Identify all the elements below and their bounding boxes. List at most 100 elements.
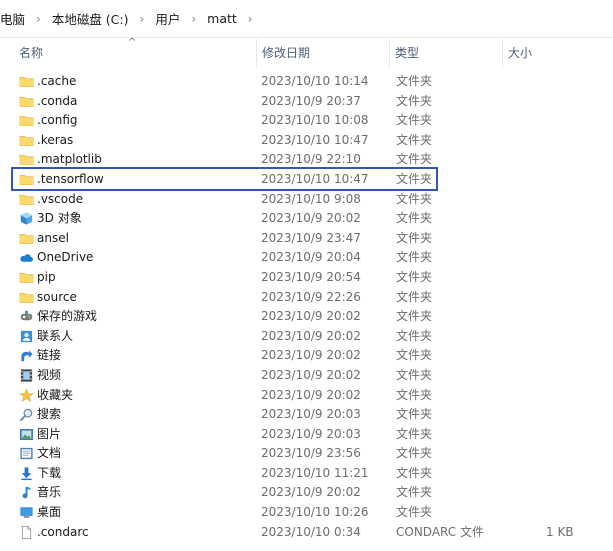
file-type: 文件夹 <box>396 250 433 265</box>
file-row[interactable]: 图片 2023/10/9 20:03 文件夹 <box>0 425 613 445</box>
file-name: ansel <box>37 230 69 245</box>
folder-icon <box>19 74 34 89</box>
file-row[interactable]: 下载 2023/10/10 11:21 文件夹 <box>0 464 613 484</box>
file-type: 文件夹 <box>396 426 433 441</box>
folder-icon <box>19 231 34 246</box>
file-row[interactable]: .vscode 2023/10/10 9:08 文件夹 <box>0 190 613 210</box>
file-row[interactable]: 音乐 2023/10/9 20:02 文件夹 <box>0 483 613 503</box>
highlight-box <box>11 167 438 191</box>
file-type: 文件夹 <box>396 407 433 422</box>
desktop-icon <box>19 505 34 520</box>
file-row[interactable]: 搜索 2023/10/9 20:03 文件夹 <box>0 405 613 425</box>
column-header-size[interactable]: 大小 <box>502 39 613 67</box>
file-row[interactable]: source 2023/10/9 22:26 文件夹 <box>0 288 613 308</box>
file-name: pip <box>37 269 56 284</box>
file-type: 文件夹 <box>396 505 433 520</box>
file-type: 文件夹 <box>396 465 433 480</box>
file-name: source <box>37 289 77 304</box>
file-row[interactable]: 收藏夹 2023/10/9 20:02 文件夹 <box>0 386 613 406</box>
file-row[interactable]: 联系人 2023/10/9 20:02 文件夹 <box>0 327 613 347</box>
file-row[interactable]: OneDrive 2023/10/9 20:04 文件夹 <box>0 248 613 268</box>
column-header-name[interactable]: 名称 <box>14 39 256 67</box>
downloads-icon <box>19 466 34 481</box>
file-type: 文件夹 <box>396 74 433 88</box>
folder-icon <box>19 290 34 305</box>
modified-date: 2023/10/9 20:54 <box>261 269 361 284</box>
file-type: 文件夹 <box>396 211 433 226</box>
modified-date: 2023/10/9 23:47 <box>261 230 361 245</box>
breadcrumb-item-users[interactable]: 用户 <box>153 9 182 28</box>
file-name: .keras <box>37 132 74 147</box>
file-type: 文件夹 <box>396 132 433 147</box>
breadcrumb-separator-icon: › <box>36 11 41 26</box>
file-name: 下载 <box>37 465 62 480</box>
file-row[interactable]: 3D 对象 2023/10/9 20:02 文件夹 <box>0 209 613 229</box>
modified-date: 2023/10/9 20:03 <box>261 426 361 441</box>
file-name: 联系人 <box>37 328 74 343</box>
file-row[interactable]: pip 2023/10/9 20:54 文件夹 <box>0 268 613 288</box>
file-name: 链接 <box>37 348 62 363</box>
file-name: .conda <box>37 93 78 108</box>
file-icon <box>19 525 34 540</box>
folder-icon <box>19 152 34 167</box>
file-row[interactable]: ansel 2023/10/9 23:47 文件夹 <box>0 229 613 249</box>
folder-icon <box>19 94 34 109</box>
file-type: 文件夹 <box>396 93 433 108</box>
file-type: 文件夹 <box>396 485 433 500</box>
breadcrumb-separator-icon: › <box>191 11 197 26</box>
breadcrumb-item-matt[interactable]: matt <box>205 11 239 26</box>
file-name: 收藏夹 <box>37 387 74 402</box>
file-size: 1 KB <box>546 524 574 539</box>
file-name: 图片 <box>37 426 62 441</box>
breadcrumb-item-pc[interactable]: 电脑 <box>0 9 27 28</box>
file-type: 文件夹 <box>396 348 433 363</box>
modified-date: 2023/10/10 10:26 <box>261 505 369 520</box>
file-type: 文件夹 <box>396 387 433 402</box>
file-type: 文件夹 <box>396 446 433 461</box>
file-row[interactable]: 链接 2023/10/9 20:02 文件夹 <box>0 346 613 366</box>
searches-icon <box>19 407 34 422</box>
file-name: .config <box>37 113 78 128</box>
modified-date: 2023/10/9 20:02 <box>261 328 361 343</box>
file-name: OneDrive <box>37 250 94 265</box>
folder-icon <box>19 113 34 128</box>
modified-date: 2023/10/9 20:02 <box>261 485 361 500</box>
modified-date: 2023/10/9 20:02 <box>261 309 361 324</box>
links-icon <box>19 348 34 363</box>
file-row[interactable]: .config 2023/10/10 10:08 文件夹 <box>0 111 613 131</box>
column-header-type[interactable]: 类型 <box>389 39 502 67</box>
file-row[interactable]: 文档 2023/10/9 23:56 文件夹 <box>0 444 613 464</box>
file-name: 音乐 <box>37 485 62 500</box>
file-row[interactable]: .condarc 2023/10/10 0:34 CONDARC 文件 1 KB <box>0 523 613 543</box>
folder-icon <box>19 192 34 207</box>
modified-date: 2023/10/9 20:02 <box>261 348 361 363</box>
modified-date: 2023/10/9 22:26 <box>261 289 361 304</box>
file-type: 文件夹 <box>396 230 433 245</box>
breadcrumb-item-c-drive[interactable]: 本地磁盘 (C:) <box>50 9 131 28</box>
file-type: 文件夹 <box>396 269 433 284</box>
file-row[interactable]: 视频 2023/10/9 20:02 文件夹 <box>0 366 613 386</box>
modified-date: 2023/10/9 23:56 <box>261 446 361 461</box>
modified-date: 2023/10/10 10:08 <box>261 113 369 128</box>
videos-icon <box>19 368 34 383</box>
file-row[interactable]: 保存的游戏 2023/10/9 20:02 文件夹 <box>0 307 613 327</box>
documents-icon <box>19 446 34 461</box>
file-row[interactable]: .cache 2023/10/10 10:14 文件夹 <box>0 72 613 92</box>
pictures-icon <box>19 427 34 442</box>
saved-games-icon <box>19 309 34 324</box>
file-name: .cache <box>37 74 77 88</box>
file-name: 桌面 <box>37 505 62 520</box>
favorites-icon <box>19 388 34 403</box>
column-header-date[interactable]: 修改日期 <box>256 39 388 67</box>
file-name: 3D 对象 <box>37 211 82 226</box>
breadcrumb: 电脑 › 本地磁盘 (C:) › 用户 › matt › <box>0 0 613 38</box>
file-row[interactable]: .conda 2023/10/9 20:37 文件夹 <box>0 92 613 112</box>
folder-icon <box>19 133 34 148</box>
file-row[interactable]: .keras 2023/10/10 10:47 文件夹 <box>0 131 613 151</box>
file-name: 保存的游戏 <box>37 309 98 324</box>
file-row[interactable]: 桌面 2023/10/10 10:26 文件夹 <box>0 503 613 523</box>
file-type: 文件夹 <box>396 309 433 324</box>
music-icon <box>19 485 34 500</box>
file-name: 视频 <box>37 367 62 382</box>
3d-objects-icon <box>19 211 34 226</box>
